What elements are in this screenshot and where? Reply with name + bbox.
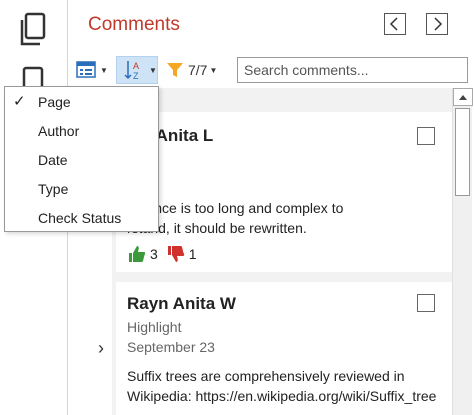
comment-card[interactable]: dle Anita L -Out PM entence is too long …	[116, 112, 452, 272]
sort-menu-item-check-status[interactable]: Check Status	[5, 204, 158, 232]
filter-count: 7/7	[188, 62, 208, 78]
vertical-scrollbar[interactable]	[452, 88, 473, 415]
menu-item-label: Date	[38, 152, 68, 168]
sort-button[interactable]: A Z ▼	[116, 56, 158, 84]
thumbs-down-icon[interactable]	[166, 244, 186, 264]
filter-icon	[167, 63, 183, 77]
comment-text: Suffix trees are comprehensively reviewe…	[127, 366, 447, 406]
chevron-right-icon	[434, 17, 443, 31]
menu-item-label: Type	[38, 181, 69, 197]
search-input[interactable]	[237, 57, 468, 83]
triangle-up-icon	[459, 95, 467, 100]
chevron-down-icon: ▼	[149, 65, 157, 75]
sort-menu-item-date[interactable]: Date	[5, 146, 158, 174]
menu-item-label: Page	[38, 94, 71, 110]
sort-menu-item-type[interactable]: Type	[5, 175, 158, 203]
chevron-down-icon: ▼	[209, 65, 218, 75]
dislike-count: 1	[188, 246, 197, 262]
sort-menu-item-page[interactable]: ✓ Page	[5, 88, 158, 116]
comment-text: entence is too long and complex to rstan…	[127, 198, 427, 238]
check-status-checkbox[interactable]	[417, 127, 435, 145]
sort-menu-item-author[interactable]: Author	[5, 117, 158, 145]
comment-text-line: rstand, it should be rewritten.	[127, 220, 307, 236]
thumbs-up-icon[interactable]	[127, 244, 147, 264]
filter-button[interactable]: 7/7 ▼	[166, 56, 230, 84]
comment-author: Rayn Anita W	[127, 294, 236, 313]
menu-item-label: Check Status	[38, 210, 122, 226]
copy-pages-icon[interactable]	[14, 10, 50, 50]
chevron-left-icon	[389, 17, 398, 31]
comment-card[interactable]: Rayn Anita W Highlight September 23 Suff…	[116, 282, 452, 415]
scrollbar-thumb[interactable]	[455, 108, 470, 196]
panel-title: Comments	[88, 14, 180, 35]
comment-text-line: Wikipedia: https://en.wikipedia.org/wiki…	[127, 388, 437, 404]
comments-list: dle Anita L -Out PM entence is too long …	[112, 88, 452, 415]
comment-text-line: entence is too long and complex to	[127, 200, 344, 216]
votes: 3 1	[127, 244, 205, 264]
svg-text:A: A	[133, 61, 139, 71]
chevron-down-icon: ▼	[100, 65, 108, 75]
next-comment-button[interactable]	[426, 13, 448, 35]
scroll-up-button[interactable]	[453, 88, 473, 106]
view-mode-button[interactable]: ▼	[76, 56, 112, 84]
comment-text-line: Suffix trees are comprehensively reviewe…	[127, 368, 405, 384]
sort-az-icon: A Z	[124, 61, 139, 81]
check-status-checkbox[interactable]	[417, 294, 435, 312]
panel-header: Comments	[68, 0, 474, 52]
comments-toolbar: ▼ A Z ▼ 7/7 ▼	[68, 52, 474, 88]
chevron-right-icon[interactable]: ›	[98, 338, 104, 359]
like-count: 3	[150, 246, 158, 262]
sort-menu: ✓ Page Author Date Type Check Status	[4, 86, 159, 232]
comment-date: September 23	[127, 339, 215, 355]
list-view-icon	[76, 61, 96, 78]
menu-item-label: Author	[38, 123, 80, 139]
previous-comment-button[interactable]	[384, 13, 406, 35]
svg-text:Z: Z	[133, 71, 139, 81]
checkmark-icon: ✓	[13, 93, 26, 110]
comment-type: Highlight	[127, 319, 182, 335]
